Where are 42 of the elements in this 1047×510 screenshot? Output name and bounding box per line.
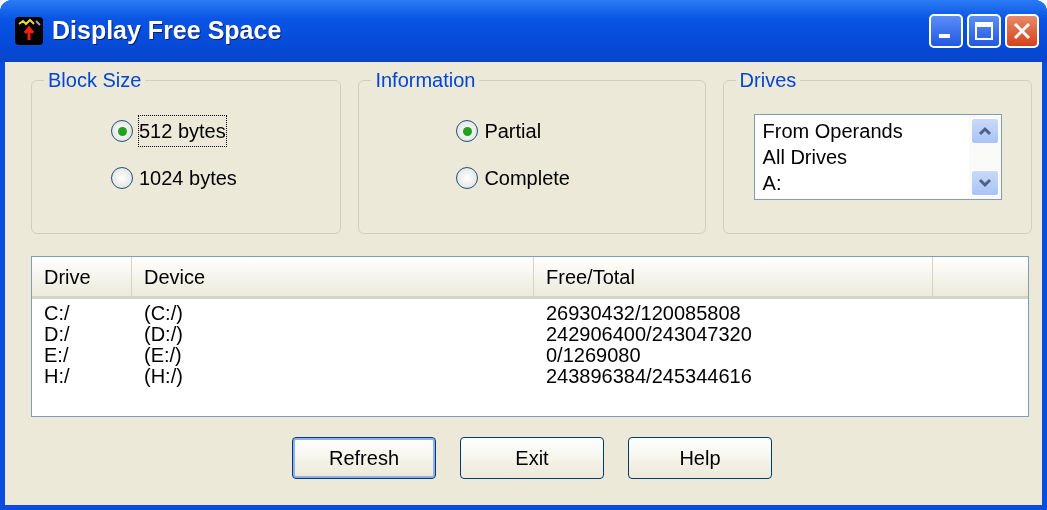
radio-label[interactable]: 1024 bytes	[139, 163, 237, 193]
app-icon	[14, 16, 44, 46]
scroll-up-button[interactable]	[970, 118, 999, 144]
list-item[interactable]: All Drives	[762, 144, 848, 170]
table-cell-text: 26930432/120085808	[545, 303, 742, 324]
minimize-icon	[938, 34, 950, 38]
radio-label[interactable]: 512 bytes	[139, 116, 226, 146]
scroll-down-button[interactable]	[970, 170, 999, 196]
column-header[interactable]: Device	[132, 257, 534, 296]
table-cell-text: (C:/)	[143, 303, 184, 324]
close-button[interactable]	[1005, 14, 1039, 48]
dialog-button[interactable]: Refresh	[292, 437, 436, 479]
minimize-button[interactable]	[929, 14, 963, 48]
window-title: Display Free Space	[52, 15, 282, 47]
column-header[interactable]: Drive	[32, 257, 132, 296]
table-cell-text: D:/	[43, 324, 71, 345]
maximize-button[interactable]	[967, 14, 1001, 48]
column-header[interactable]: Free/Total	[534, 257, 933, 296]
table-cell-text: (H:/)	[143, 366, 184, 387]
list-item[interactable]: From Operands	[762, 118, 903, 144]
table-cell-text: 243896384/245344616	[545, 366, 753, 387]
table-cell-text: H:/	[43, 366, 71, 387]
table-cell-text: (D:/)	[143, 324, 184, 345]
chevron-up-icon	[977, 126, 992, 136]
table-cell-text: E:/	[43, 345, 70, 366]
close-icon	[1012, 21, 1032, 41]
radio-button[interactable]	[456, 167, 479, 189]
maximize-icon	[974, 21, 994, 41]
table-cell-text: (E:/)	[143, 345, 183, 366]
list-item[interactable]: A:	[762, 170, 782, 196]
table-cell-text: 242906400/243047320	[545, 324, 753, 345]
drives-listbox[interactable]: From Operands All Drives A:	[753, 114, 1002, 200]
radio-button[interactable]	[456, 120, 479, 142]
dialog-button[interactable]: Exit	[460, 437, 604, 479]
chevron-down-icon	[977, 178, 992, 188]
radio-button[interactable]	[111, 120, 133, 142]
radio-button[interactable]	[111, 167, 133, 189]
radio-label[interactable]: Partial	[484, 116, 542, 146]
table-cell-text: C:/	[43, 303, 71, 324]
dialog-button[interactable]: Help	[628, 437, 772, 479]
radio-label[interactable]: Complete	[484, 163, 570, 193]
table-cell-text: 0/1269080	[545, 345, 642, 366]
